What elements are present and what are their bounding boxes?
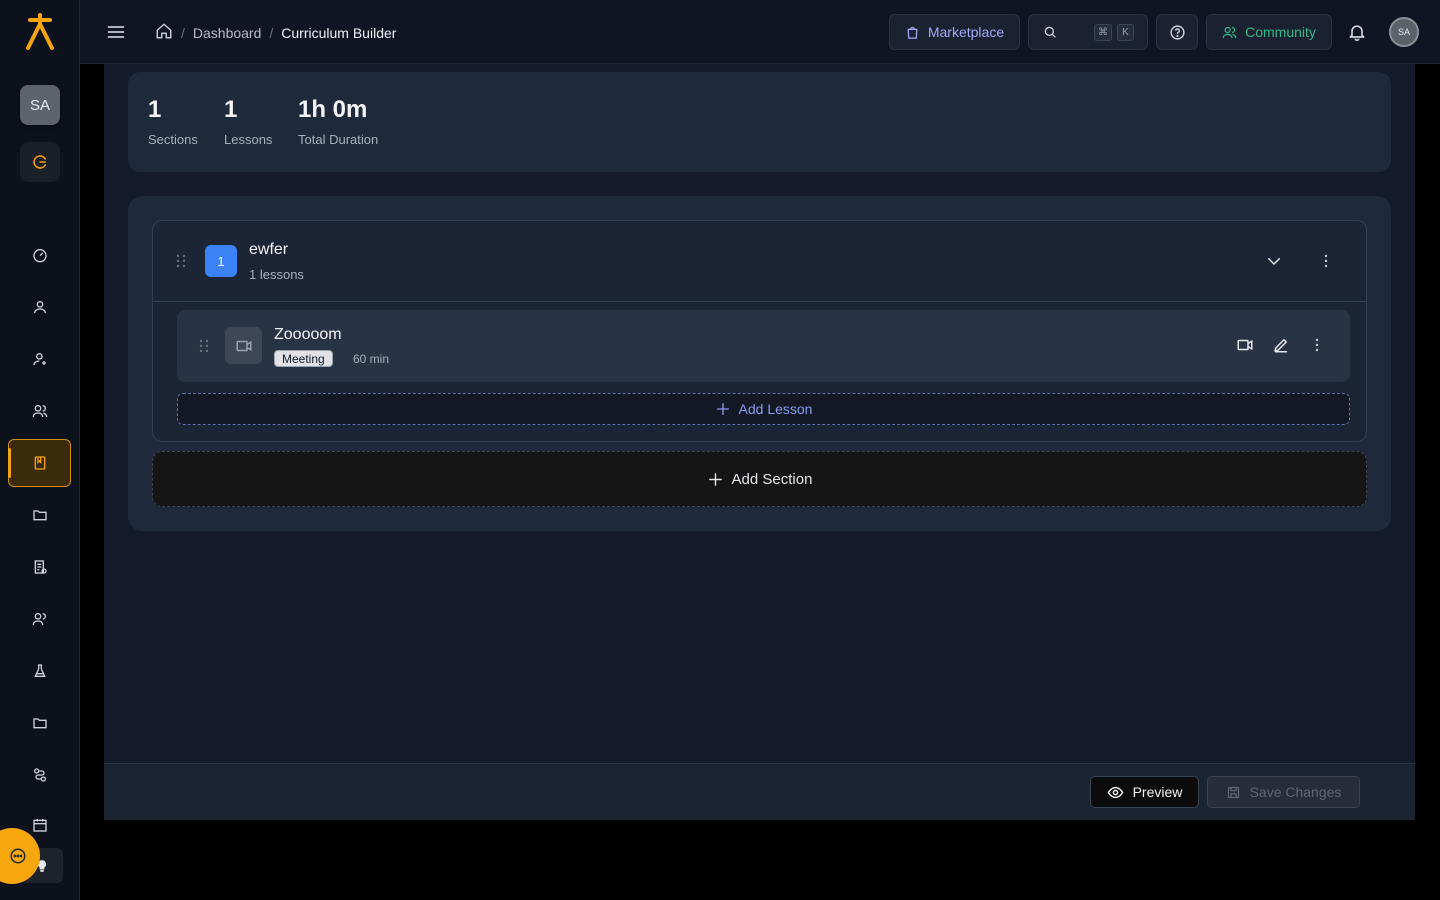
stats-card: 1 Sections 1 Lessons 1h 0m Total Duratio… xyxy=(128,72,1391,172)
save-changes-label: Save Changes xyxy=(1249,784,1342,800)
user-icon xyxy=(33,301,46,314)
sidebar-item-profile[interactable] xyxy=(8,283,71,331)
report-icon xyxy=(34,560,47,574)
switch-icon[interactable] xyxy=(20,142,60,182)
plus-icon xyxy=(708,472,722,486)
chat-icon xyxy=(10,848,26,864)
sidebar-item-reports[interactable] xyxy=(8,543,71,591)
breadcrumb-separator: / xyxy=(181,24,185,41)
group-icon xyxy=(32,613,46,626)
breadcrumb-current: Curriculum Builder xyxy=(281,24,397,41)
main-content: 1 Sections 1 Lessons 1h 0m Total Duratio… xyxy=(104,64,1415,820)
stat-label: Total Duration xyxy=(298,132,379,147)
section-number: 1 xyxy=(205,245,237,277)
add-lesson-button[interactable]: Add Lesson xyxy=(177,393,1350,425)
stat-lessons: 1 Lessons xyxy=(224,96,272,147)
stat-label: Lessons xyxy=(224,132,273,147)
route-icon xyxy=(33,768,46,782)
preview-button[interactable]: Preview xyxy=(1090,776,1199,808)
curriculum-builder: 1 ewfer 1 lessons Zooooom Meeting 60 min xyxy=(128,196,1391,531)
flask-icon xyxy=(33,664,46,677)
lesson-type-badge: Meeting xyxy=(274,350,333,367)
more-vertical-icon[interactable] xyxy=(1310,338,1324,352)
section-title: ewfer xyxy=(249,241,289,258)
sidebar: SA xyxy=(0,0,80,900)
sidebar-item-groups[interactable] xyxy=(8,595,71,643)
breadcrumb-dashboard[interactable]: Dashboard xyxy=(193,25,262,41)
add-lesson-label: Add Lesson xyxy=(738,401,813,417)
dashboard-icon xyxy=(32,249,47,263)
sidebar-item-labs[interactable] xyxy=(8,647,71,695)
add-section-button[interactable]: Add Section xyxy=(152,451,1367,507)
book-icon xyxy=(34,456,45,470)
sidebar-item-folders[interactable] xyxy=(8,699,71,747)
section-header[interactable]: 1 ewfer 1 lessons xyxy=(153,221,1366,302)
video-icon[interactable] xyxy=(1236,336,1254,354)
stat-value: 1 xyxy=(224,96,238,123)
more-vertical-icon[interactable] xyxy=(1319,254,1333,268)
video-icon xyxy=(236,340,251,351)
marketplace-button[interactable]: Marketplace xyxy=(889,14,1020,50)
lesson-type-icon xyxy=(225,327,262,364)
lesson-title: Zooooom xyxy=(274,326,342,343)
users-icon xyxy=(1222,26,1237,38)
folder-icon xyxy=(32,718,47,729)
drag-handle-icon[interactable] xyxy=(176,254,186,268)
sidebar-item-users[interactable] xyxy=(8,387,71,435)
save-changes-button[interactable]: Save Changes xyxy=(1207,776,1360,808)
shortcut-key: K xyxy=(1117,24,1134,41)
help-button[interactable] xyxy=(1156,14,1198,50)
lesson-duration: 60 min xyxy=(353,352,390,366)
stat-sections: 1 Sections xyxy=(148,96,198,147)
sidebar-item-dashboard[interactable] xyxy=(8,231,71,279)
chevron-down-icon[interactable] xyxy=(1265,252,1283,270)
sidebar-item-curriculum[interactable] xyxy=(8,439,71,487)
section-lesson-count: 1 lessons xyxy=(249,267,304,282)
lesson-row[interactable]: Zooooom Meeting 60 min xyxy=(177,310,1350,382)
sidebar-item-files[interactable] xyxy=(8,491,71,539)
calendar-icon xyxy=(32,819,47,832)
logo[interactable] xyxy=(22,12,58,52)
stat-value: 1 xyxy=(148,96,162,123)
breadcrumb-separator: / xyxy=(269,24,274,41)
edit-icon[interactable] xyxy=(1272,336,1290,354)
shortcut-mod-key: ⌘ xyxy=(1094,24,1112,41)
stat-value: 1h 0m xyxy=(298,96,368,123)
footer-bar: Preview Save Changes xyxy=(104,763,1415,820)
drag-handle-icon[interactable] xyxy=(199,339,209,353)
stat-duration: 1h 0m Total Duration xyxy=(298,96,378,147)
preview-label: Preview xyxy=(1132,784,1183,800)
community-button[interactable]: Community xyxy=(1206,14,1332,50)
breadcrumb: / Dashboard / Curriculum Builder xyxy=(155,22,396,43)
user-plus-icon xyxy=(32,353,46,366)
sidebar-item-paths[interactable] xyxy=(8,751,71,799)
sidebar-item-add-user[interactable] xyxy=(8,335,71,383)
community-label: Community xyxy=(1245,24,1316,40)
notifications-bell-icon[interactable] xyxy=(1347,22,1367,42)
add-section-label: Add Section xyxy=(731,470,813,488)
plus-icon xyxy=(716,403,729,415)
section-card: 1 ewfer 1 lessons Zooooom Meeting 60 min xyxy=(152,220,1367,442)
search-button[interactable]: ⌘ K xyxy=(1028,14,1148,50)
marketplace-label: Marketplace xyxy=(927,24,1005,40)
stat-label: Sections xyxy=(148,132,198,147)
help-icon xyxy=(1169,24,1185,40)
search-icon xyxy=(1044,26,1056,38)
eye-icon xyxy=(1107,786,1123,798)
folder-icon xyxy=(32,510,47,521)
user-avatar[interactable]: SA xyxy=(1389,17,1419,47)
shopping-bag-icon xyxy=(907,26,918,39)
home-icon[interactable] xyxy=(155,22,173,43)
top-header: / Dashboard / Curriculum Builder Marketp… xyxy=(80,0,1440,64)
save-icon xyxy=(1227,786,1239,798)
sidebar-avatar[interactable]: SA xyxy=(20,85,60,125)
menu-toggle-icon[interactable] xyxy=(106,22,126,42)
users-icon xyxy=(32,405,47,418)
